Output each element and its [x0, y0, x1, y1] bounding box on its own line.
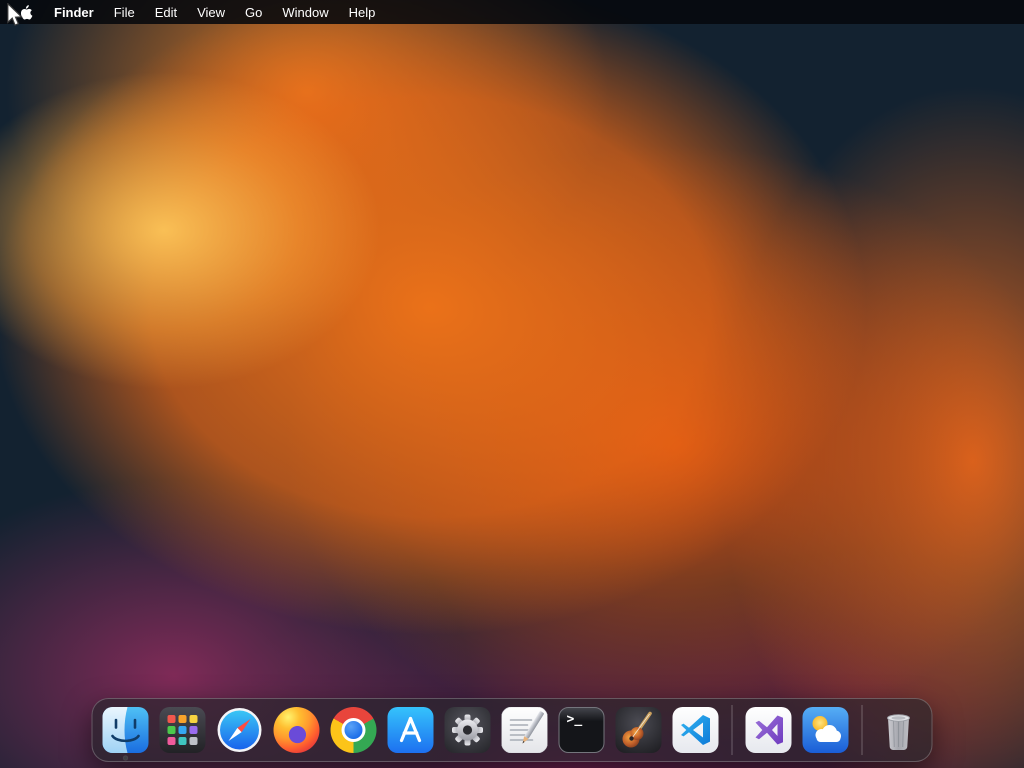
- menu-item-window[interactable]: Window: [272, 0, 338, 24]
- mouse-cursor: [6, 2, 23, 32]
- dock-item-visual-studio[interactable]: [745, 706, 793, 754]
- launchpad-icon: [159, 707, 206, 753]
- finder-running-indicator: [123, 756, 128, 760]
- weather-icon: [802, 707, 849, 753]
- app-store-icon: [387, 707, 434, 753]
- dock-item-chrome[interactable]: [330, 706, 378, 754]
- menu-item-help[interactable]: Help: [339, 0, 386, 24]
- dock-item-finder[interactable]: [102, 706, 150, 760]
- dock-separator: [731, 705, 733, 755]
- dock-item-safari[interactable]: [216, 706, 264, 754]
- dock-item-trash[interactable]: [875, 706, 923, 754]
- menu-item-view[interactable]: View: [187, 0, 235, 24]
- menu-item-finder[interactable]: Finder: [44, 0, 104, 24]
- dock-item-system-settings[interactable]: [444, 706, 492, 754]
- firefox-icon: [273, 707, 320, 753]
- menu-item-edit[interactable]: Edit: [145, 0, 187, 24]
- safari-icon: [217, 708, 262, 752]
- trash-icon: [887, 714, 910, 750]
- visual-studio-icon: [745, 707, 792, 753]
- desktop-wallpaper: [0, 0, 1024, 768]
- dock-item-garageband[interactable]: [615, 706, 663, 754]
- terminal-prompt-glyph: >_: [566, 712, 583, 727]
- menu-bar: Finder File Edit View Go Window Help: [0, 0, 1024, 24]
- chrome-icon: [330, 707, 377, 753]
- textedit-icon: [501, 707, 548, 753]
- dock-separator-trash: [861, 705, 863, 755]
- system-settings-icon: [444, 707, 491, 753]
- finder-icon: [102, 707, 149, 753]
- garageband-icon: [615, 707, 662, 753]
- terminal-icon: >_: [558, 707, 605, 753]
- dock-item-launchpad[interactable]: [159, 706, 207, 754]
- dock: >_: [91, 698, 933, 762]
- dock-item-textedit[interactable]: [501, 706, 549, 754]
- menu-item-go[interactable]: Go: [235, 0, 272, 24]
- dock-item-weather[interactable]: [802, 706, 850, 754]
- dock-item-firefox[interactable]: [273, 706, 321, 754]
- dock-item-app-store[interactable]: [387, 706, 435, 754]
- dock-item-terminal[interactable]: >_: [558, 706, 606, 754]
- macos-desktop: Finder File Edit View Go Window Help >_: [0, 0, 1024, 768]
- vscode-icon: [672, 707, 719, 753]
- dock-item-vscode[interactable]: [672, 706, 720, 754]
- menu-item-file[interactable]: File: [104, 0, 145, 24]
